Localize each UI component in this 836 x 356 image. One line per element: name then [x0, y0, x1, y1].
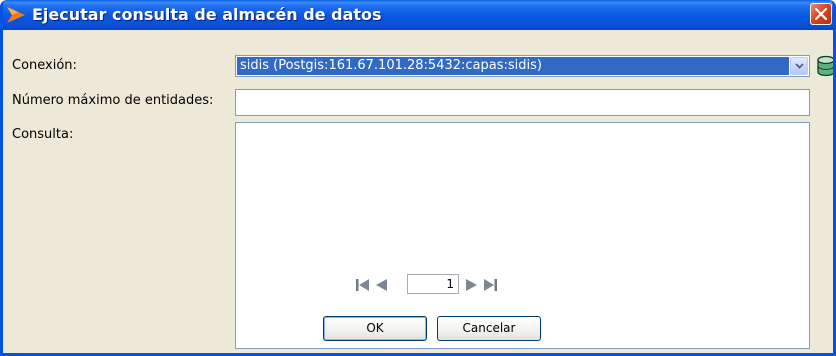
app-icon: [7, 7, 25, 23]
page-number-field[interactable]: 1: [407, 274, 459, 294]
connection-dropdown-button[interactable]: [790, 57, 808, 75]
dialog-window: Ejecutar consulta de almacén de datos Co…: [0, 0, 836, 356]
last-page-icon[interactable]: [482, 277, 498, 293]
close-button[interactable]: [810, 3, 832, 25]
cancel-button[interactable]: Cancelar: [437, 316, 541, 341]
query-textarea[interactable]: [235, 122, 810, 349]
first-page-icon[interactable]: [355, 277, 371, 293]
window-title: Ejecutar consulta de almacén de datos: [32, 5, 382, 24]
title-bar[interactable]: Ejecutar consulta de almacén de datos: [3, 0, 833, 30]
connection-label: Conexión:: [12, 58, 77, 73]
connection-select[interactable]: sidis (Postgis:161.67.101.28:5432:capas:…: [235, 55, 810, 77]
previous-page-icon[interactable]: [373, 277, 389, 293]
chevron-down-icon: [795, 63, 804, 69]
ok-button[interactable]: OK: [323, 316, 427, 341]
next-page-icon[interactable]: [464, 277, 480, 293]
connection-selected-value: sidis (Postgis:161.67.101.28:5432:capas:…: [237, 57, 789, 75]
max-entities-label: Número máximo de entidades:: [12, 93, 214, 108]
close-icon: [815, 8, 827, 20]
query-label: Consulta:: [12, 127, 74, 142]
max-entities-input[interactable]: [235, 89, 810, 116]
database-connection-icon[interactable]: [816, 55, 836, 77]
